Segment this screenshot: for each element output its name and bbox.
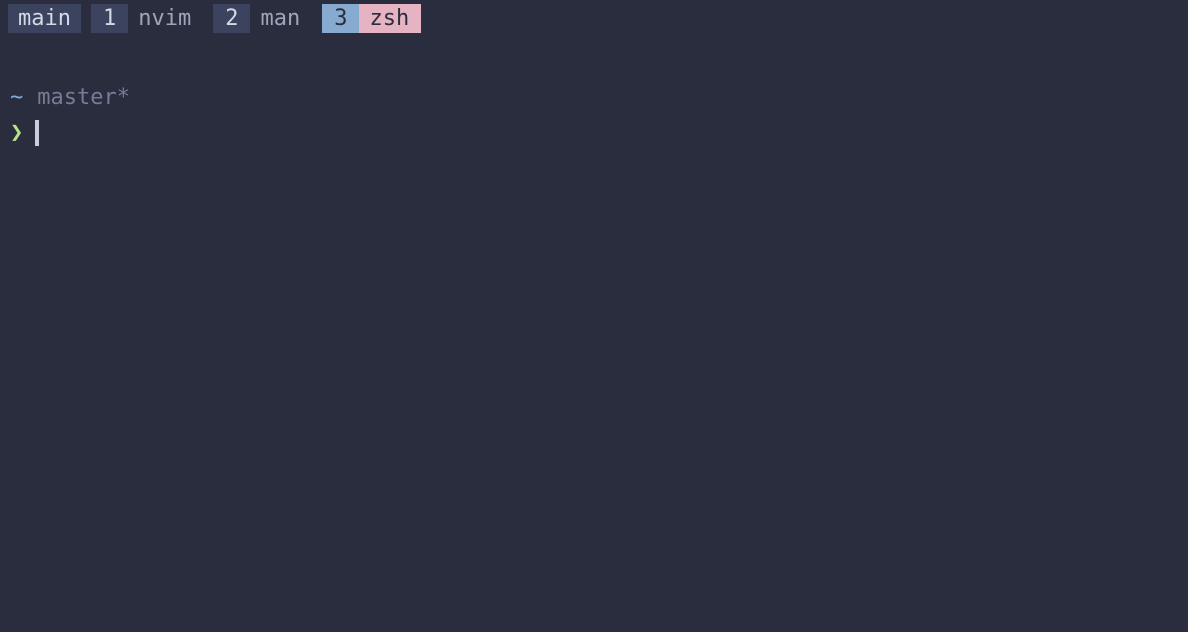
cursor [35,120,39,146]
tab-3-active[interactable]: 3 zsh [322,4,421,33]
tmux-tab-bar: main 1 nvim 2 man 3 zsh [0,0,1188,33]
tab-2-number: 2 [213,4,250,33]
session-name[interactable]: main [8,4,81,33]
tab-2[interactable]: 2 man [213,4,312,33]
tab-1-label: nvim [128,4,203,33]
prompt-info-line: ~ master* [10,81,1188,114]
tab-3-number: 3 [322,4,359,33]
terminal-viewport[interactable]: ~ master* ❯ [0,33,1188,149]
tab-3-label: zsh [359,4,421,33]
prompt-input-line[interactable]: ❯ [10,116,1188,149]
prompt-chevron-icon: ❯ [10,116,23,149]
tab-1[interactable]: 1 nvim [91,4,203,33]
tab-1-number: 1 [91,4,128,33]
tab-2-label: man [250,4,312,33]
cwd-indicator: ~ [10,81,23,114]
git-branch-status: master* [37,81,130,114]
